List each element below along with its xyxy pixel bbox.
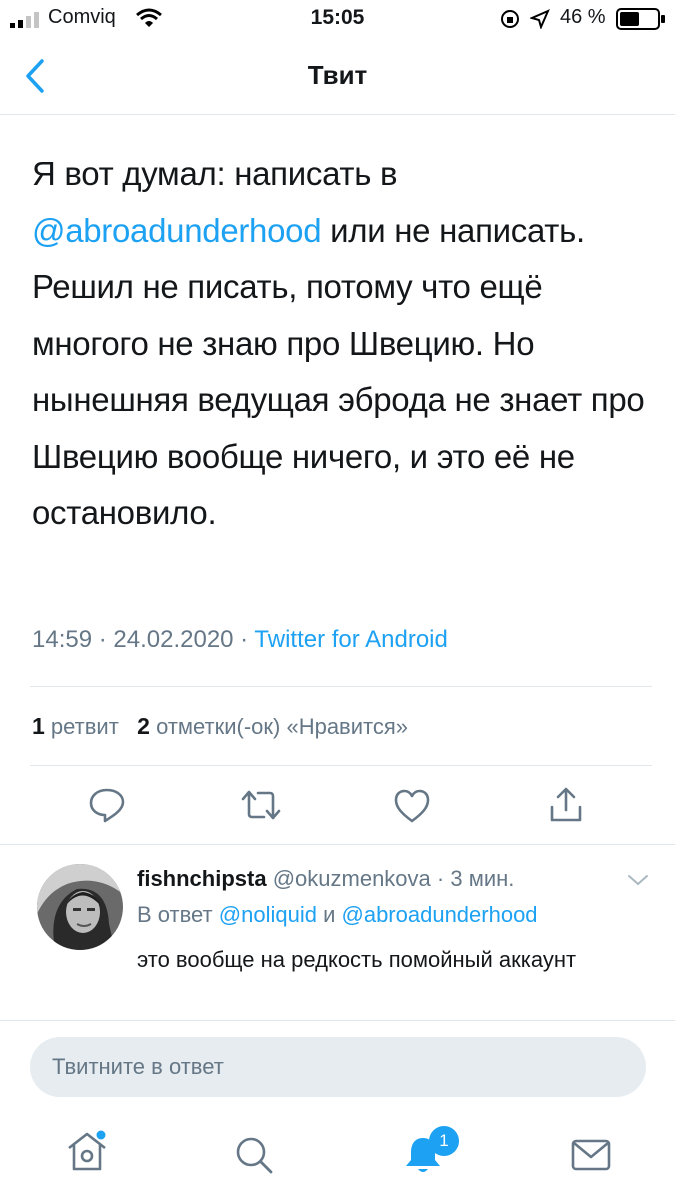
reply-text: это вообще на редкость помойный аккаунт	[137, 947, 577, 972]
reply-to-and: и	[323, 902, 336, 927]
meta-separator: ·	[233, 626, 255, 653]
tweet-mention-link[interactable]: @abroadunderhood	[32, 212, 322, 249]
tweet-text-part1: Я вот думал: написать в	[32, 155, 398, 192]
tweet-meta: 14:59 · 24.02.2020 · Twitter for Android	[32, 626, 448, 654]
retweets-label: ретвит	[50, 714, 119, 739]
compose-placeholder: Твитните в ответ	[52, 1054, 224, 1079]
avatar[interactable]	[37, 864, 123, 950]
chevron-down-icon[interactable]	[626, 872, 650, 888]
tweet-stats: 1 ретвит 2 отметки(-ок) «Нравится»	[32, 713, 408, 740]
reply-time: · 3 мин.	[436, 866, 515, 891]
reply-to-user-link[interactable]: @abroadunderhood	[342, 902, 538, 927]
likes-count: 2	[137, 713, 150, 739]
reply-divider	[0, 1020, 675, 1021]
reply-to-user-link[interactable]: @noliquid	[219, 902, 317, 927]
tweet-date: 24.02.2020	[113, 626, 234, 653]
retweets-stat[interactable]: 1 ретвит	[32, 713, 119, 739]
share-icon[interactable]	[548, 786, 584, 824]
messages-icon[interactable]	[570, 1138, 612, 1172]
tweet-time: 14:59	[32, 626, 93, 653]
like-icon[interactable]	[393, 788, 431, 824]
retweets-count: 1	[32, 713, 45, 739]
retweet-icon[interactable]	[240, 788, 282, 822]
notifications-badge: 1	[429, 1126, 459, 1156]
reply-display-name[interactable]: fishnchipsta	[137, 866, 267, 891]
orientation-lock-icon	[501, 10, 519, 28]
battery-icon	[616, 8, 665, 30]
reply-to-line: В ответ @noliquid и @abroadunderhood	[137, 902, 538, 928]
reply-to-prefix: В ответ	[137, 902, 213, 927]
reply-icon[interactable]	[88, 786, 126, 824]
reply-handle: @okuzmenkova	[272, 866, 431, 891]
page-title: Твит	[307, 60, 368, 90]
tweet-text-part2: или не написать. Решил не писать, потому…	[32, 211, 645, 532]
meta-separator: ·	[92, 626, 114, 653]
header-divider	[0, 114, 675, 115]
battery-percent: 46 %	[560, 6, 606, 28]
tweet-source-link[interactable]: Twitter for Android	[254, 626, 447, 653]
likes-label: отметки(-ок) «Нравится»	[156, 714, 409, 739]
location-icon	[530, 9, 550, 29]
stats-divider	[30, 765, 652, 766]
tweet-text: Я вот думал: написать в @abroadunderhood…	[32, 146, 652, 542]
home-icon[interactable]	[64, 1128, 110, 1174]
likes-stat[interactable]: 2 отметки(-ок) «Нравится»	[137, 713, 409, 739]
meta-divider	[30, 686, 652, 687]
reply-author: fishnchipsta @okuzmenkova · 3 мин.	[137, 866, 514, 892]
search-icon[interactable]	[234, 1135, 274, 1175]
status-bar: Comviq 15:05 46 %	[0, 0, 675, 40]
